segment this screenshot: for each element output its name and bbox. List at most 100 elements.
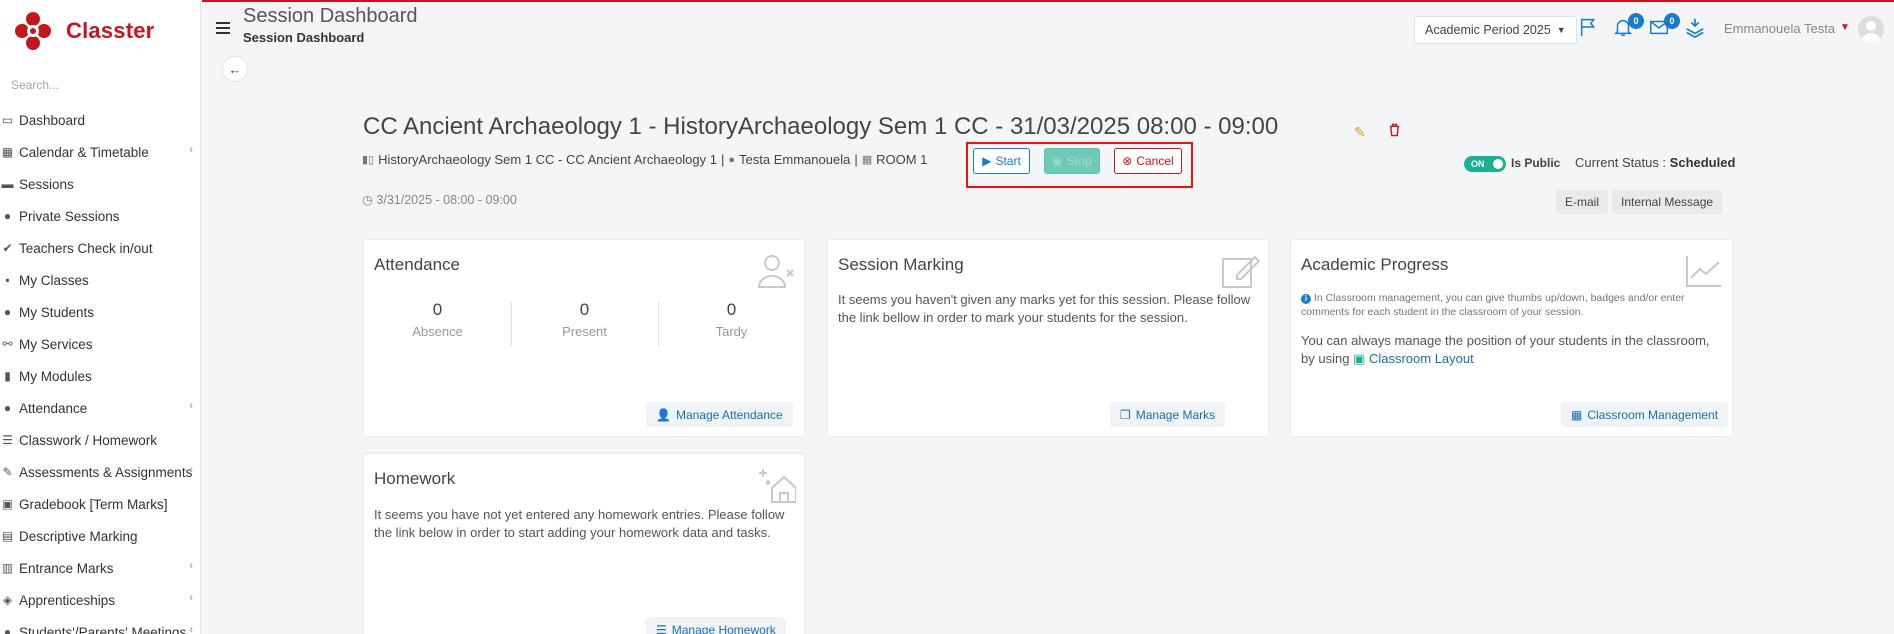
button-label: Classroom Management	[1587, 407, 1719, 422]
chevron-left-icon: ‹	[189, 400, 193, 412]
meta-separator: |	[854, 152, 858, 167]
info-icon: i	[1301, 294, 1311, 304]
stat-value: 0	[432, 300, 443, 319]
stop-button[interactable]: ◉ Stop	[1044, 148, 1100, 174]
button-label: Manage Homework	[671, 622, 776, 634]
layout-icon: ▣	[1353, 351, 1366, 366]
card-title: Academic Progress	[1301, 255, 1449, 274]
sidebar-item-gradebook-term-marks[interactable]: ▣ Gradebook [Term Marks]	[0, 488, 200, 520]
card-title: Attendance	[374, 255, 461, 274]
sidebar-item-sessions[interactable]: ▬ Sessions	[0, 168, 200, 200]
logo[interactable]: Classter	[0, 0, 200, 62]
copy-icon: ❐	[1120, 407, 1131, 422]
sidebar-item-label: Attendance	[19, 400, 88, 416]
session-course: HistoryArchaeology Sem 1 CC - CC Ancient…	[378, 152, 717, 167]
sidebar-item-label: Calendar & Timetable	[19, 144, 149, 160]
sidebar-item-apprenticeships[interactable]: ◈ Apprenticeships ‹	[0, 584, 200, 616]
sidebar-item-label: Descriptive Marking	[19, 528, 138, 544]
stat-label: Tardy	[715, 324, 748, 339]
page-title: Session Dashboard	[243, 5, 418, 27]
public-toggle[interactable]: ON	[1464, 156, 1506, 172]
card-title: Homework	[374, 469, 456, 488]
sidebar-item-label: Gradebook [Term Marks]	[19, 496, 168, 512]
manage-attendance-button[interactable]: 👤 Manage Attendance	[646, 402, 793, 427]
sidebar-item-private-sessions[interactable]: ● Private Sessions	[0, 200, 200, 232]
layers-icon[interactable]	[1684, 16, 1708, 40]
current-status: Current Status : Scheduled	[1575, 155, 1735, 170]
sidebar-item-attendance[interactable]: ● Attendance ‹	[0, 392, 200, 424]
session-datetime: ◷ 3/31/2025 - 08:00 - 09:00	[362, 192, 517, 207]
manage-marks-button[interactable]: ❐ Manage Marks	[1110, 402, 1226, 427]
users-icon: ●	[3, 209, 12, 223]
card-text: It seems you haven't given any marks yet…	[838, 292, 1251, 325]
user-plus-icon: 👤	[656, 407, 671, 422]
stat-label: Absence	[412, 324, 463, 339]
sidebar-item-label: Classwork / Homework	[19, 432, 158, 448]
notifications-badge: 0	[1628, 13, 1644, 29]
trash-icon[interactable]	[1388, 123, 1401, 140]
sidebar-item-students-parents-meetings[interactable]: ● Students'/Parents' Meetings ‹	[0, 616, 200, 634]
classroom-management-button[interactable]: ▦ Classroom Management	[1561, 402, 1729, 427]
cancel-icon: ⊗	[1122, 154, 1133, 168]
chevron-left-icon: ‹	[189, 464, 193, 476]
user-name[interactable]: Emmanouela Testa	[1724, 21, 1835, 36]
academic-period-select[interactable]: Academic Period 2025 ▼	[1414, 16, 1577, 44]
sidebar-item-descriptive-marking[interactable]: ▤ Descriptive Marking	[0, 520, 200, 552]
button-label: Manage Attendance	[675, 407, 783, 422]
classroom-layout-link[interactable]: Classroom Layout	[1369, 351, 1474, 366]
academic-progress-card: Academic Progress i In Classroom managem…	[1290, 239, 1733, 437]
start-button[interactable]: ▶ Start	[973, 148, 1030, 174]
flag-icon[interactable]	[1578, 16, 1602, 40]
sidebar-item-my-modules[interactable]: ▮ My Modules	[0, 360, 200, 392]
card-title: Session Marking	[838, 255, 964, 274]
chart-line-icon	[1684, 252, 1724, 290]
sidebar-item-label: Sessions	[19, 176, 74, 192]
manage-homework-button[interactable]: ☰ Manage Homework	[646, 617, 786, 634]
sidebar-item-teachers-check-in-out[interactable]: ✔ Teachers Check in/out	[0, 232, 200, 264]
home-sparkle-icon	[756, 466, 797, 504]
clock-icon: ◷	[362, 193, 373, 207]
sidebar-item-label: Assessments & Assignments	[19, 464, 193, 480]
academic-period-value: Academic Period 2025	[1425, 23, 1551, 37]
sidebar-item-entrance-marks[interactable]: ▥ Entrance Marks ‹	[0, 552, 200, 584]
back-arrow-icon[interactable]: ←	[222, 56, 248, 82]
sidebar-item-my-classes[interactable]: ▪ My Classes	[0, 264, 200, 296]
avatar[interactable]	[1858, 16, 1884, 42]
sidebar-item-dashboard[interactable]: ▭ Dashboard	[0, 104, 200, 136]
sidebar-item-calendar-timetable[interactable]: ▦ Calendar & Timetable ‹	[0, 136, 200, 168]
attendance-card: Attendance 0 Absence 0 Present 0 Tardy 👤…	[363, 239, 805, 437]
sidebar-item-assessments-assignments[interactable]: ✎ Assessments & Assignments ‹	[0, 456, 200, 488]
breadcrumb: Session Dashboard	[243, 30, 365, 45]
meta-separator: |	[721, 152, 725, 167]
laptop-icon: ▭	[1, 113, 14, 127]
sidebar-item-classwork-homework[interactable]: ☰ Classwork / Homework	[0, 424, 200, 456]
user-caret-icon[interactable]: ▼	[1840, 22, 1850, 33]
menu-toggle-icon[interactable]	[216, 22, 230, 37]
email-button[interactable]: E-mail	[1556, 190, 1609, 214]
cancel-button[interactable]: ⊗ Cancel	[1114, 148, 1182, 174]
card-note: i In Classroom management, you can give …	[1301, 291, 1721, 319]
pencil-icon[interactable]: ✎	[1354, 124, 1366, 141]
marking-icon: ▤	[1, 529, 14, 543]
sidebar-item-my-students[interactable]: ● My Students	[0, 296, 200, 328]
internal-message-button[interactable]: Internal Message	[1612, 190, 1723, 214]
envelope-icon[interactable]: 0	[1648, 13, 1680, 40]
session-marking-card: Session Marking It seems you haven't giv…	[827, 239, 1269, 437]
stop-label: Stop	[1066, 154, 1092, 168]
box-icon: ◈	[2, 593, 13, 607]
bell-icon[interactable]: 0	[1612, 13, 1644, 40]
sidebar-item-label: Students'/Parents' Meetings	[19, 624, 187, 634]
book-icon: ▮	[4, 369, 11, 383]
topbar: Session Dashboard Session Dashboard Acad…	[202, 0, 1894, 52]
present-stat: 0 Present	[511, 300, 658, 339]
search-input[interactable]: Search...	[0, 62, 200, 104]
messages-badge: 0	[1664, 13, 1680, 29]
sidebar-item-my-services[interactable]: ⚯ My Services	[0, 328, 200, 360]
button-label: Manage Marks	[1135, 407, 1216, 422]
sidebar-item-label: Dashboard	[19, 112, 86, 128]
note-text: In Classroom management, you can give th…	[1301, 292, 1685, 318]
card-text: You can always manage the position of yo…	[1301, 332, 1721, 368]
classes-icon: ▪	[5, 273, 10, 287]
book-icon: ▮▯	[362, 154, 375, 166]
status-label: Current Status :	[1575, 155, 1667, 170]
